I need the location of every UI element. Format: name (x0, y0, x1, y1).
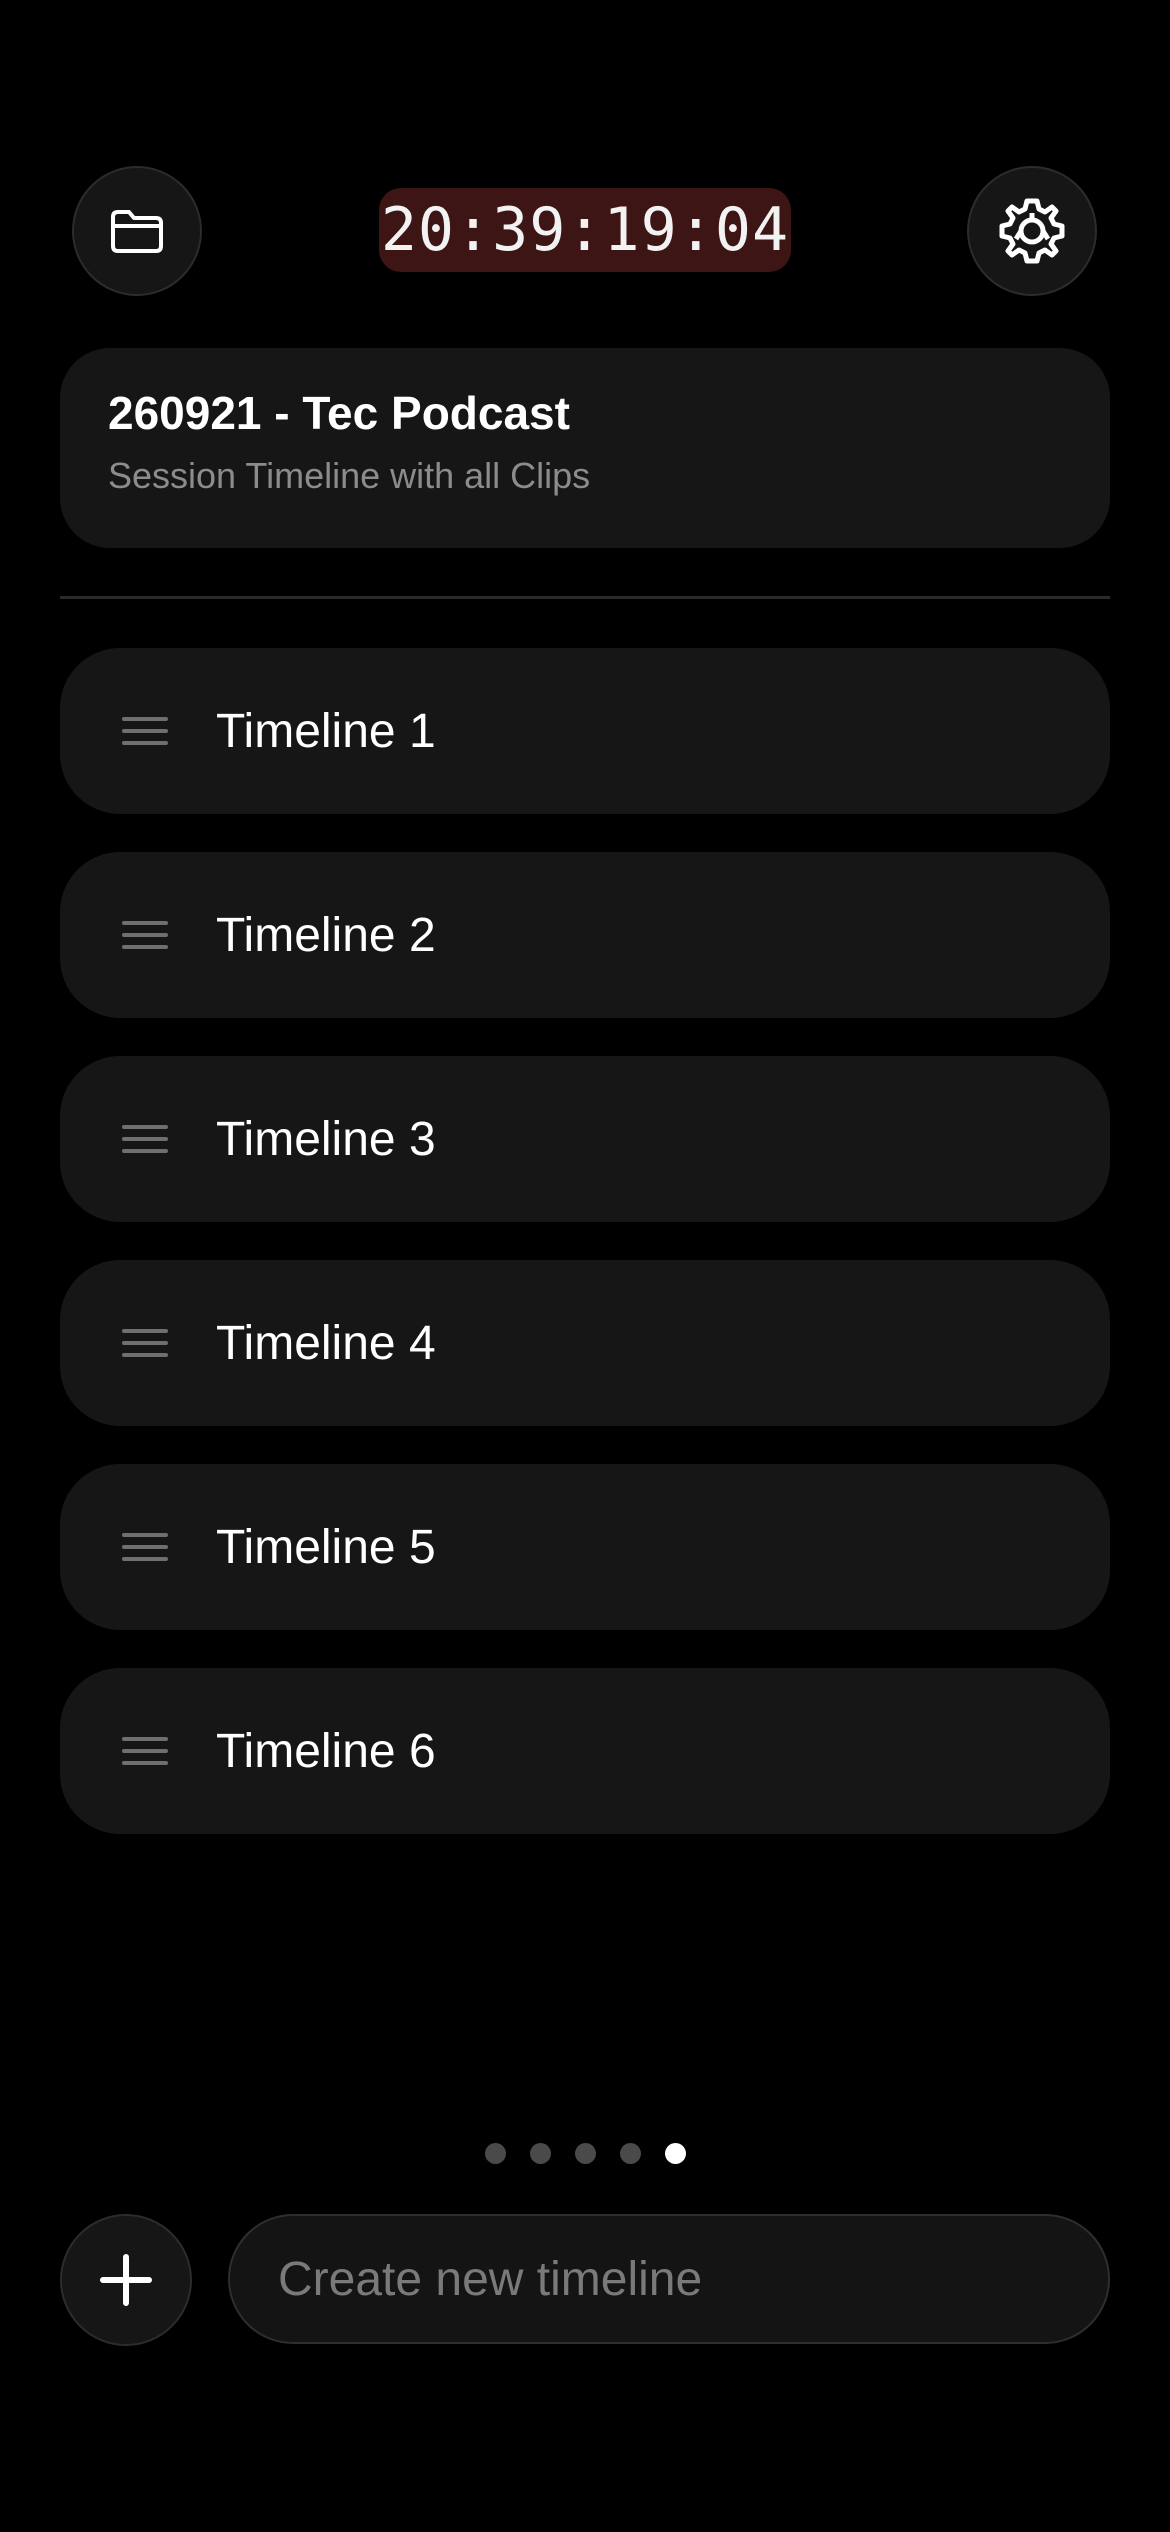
folder-button[interactable] (72, 166, 202, 296)
drag-handle-icon[interactable] (122, 1125, 168, 1153)
drag-handle-icon[interactable] (122, 921, 168, 949)
timecode-display: 20:39:19:04 (379, 188, 791, 272)
session-subtitle: Session Timeline with all Clips (108, 455, 591, 496)
timeline-row-3[interactable]: Timeline 3 (60, 1056, 1110, 1222)
timeline-row-4[interactable]: Timeline 4 (60, 1260, 1110, 1426)
session-title: 260921 - Tec Podcast (108, 387, 570, 439)
page-indicator[interactable] (0, 2143, 1170, 2164)
drag-handle-icon[interactable] (122, 717, 168, 745)
timeline-row-6[interactable]: Timeline 6 (60, 1668, 1110, 1834)
timeline-list: Timeline 1 Timeline 2 Timeline 3 Timelin… (60, 648, 1110, 1872)
page-dot-4[interactable] (619, 2143, 641, 2164)
timeline-row-2[interactable]: Timeline 2 (60, 852, 1110, 1018)
folder-icon (111, 210, 163, 253)
timeline-label: Timeline 3 (216, 1112, 436, 1166)
drag-handle-icon[interactable] (122, 1533, 168, 1561)
timeline-label: Timeline 6 (216, 1724, 436, 1778)
timeline-label: Timeline 2 (216, 908, 436, 962)
gear-icon (999, 198, 1065, 264)
add-timeline-button[interactable] (60, 2214, 192, 2346)
drag-handle-icon[interactable] (122, 1329, 168, 1357)
settings-button[interactable] (967, 166, 1097, 296)
page-dot-5[interactable] (664, 2143, 686, 2164)
divider (60, 596, 1110, 599)
session-card[interactable]: 260921 - Tec Podcast Session Timeline wi… (60, 348, 1110, 548)
page-dot-1[interactable] (484, 2143, 506, 2164)
plus-icon (100, 2254, 152, 2306)
drag-handle-icon[interactable] (122, 1737, 168, 1765)
timeline-row-1[interactable]: Timeline 1 (60, 648, 1110, 814)
timeline-label: Timeline 1 (216, 704, 436, 758)
timeline-label: Timeline 4 (216, 1316, 436, 1370)
timeline-label: Timeline 5 (216, 1520, 436, 1574)
page-dot-2[interactable] (529, 2143, 551, 2164)
page-dot-3[interactable] (574, 2143, 596, 2164)
new-timeline-input[interactable] (228, 2214, 1110, 2344)
timeline-row-5[interactable]: Timeline 5 (60, 1464, 1110, 1630)
